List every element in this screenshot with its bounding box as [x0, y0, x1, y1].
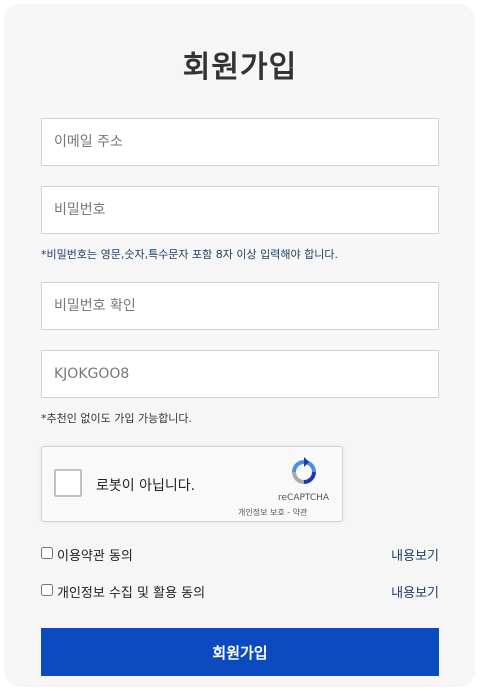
recaptcha-links[interactable]: 개인정보 보호 - 약관: [238, 507, 307, 518]
recaptcha-brand: reCAPTCHA: [278, 493, 330, 503]
password-input[interactable]: [41, 186, 439, 234]
referral-code-input[interactable]: [41, 350, 439, 398]
recaptcha-label: 로봇이 아닙니다.: [96, 478, 196, 494]
signup-button[interactable]: 회원가입: [41, 628, 439, 676]
recaptcha-logo-icon: [292, 457, 316, 484]
terms-checkbox[interactable]: [41, 547, 53, 559]
privacy-label: 개인정보 수집 및 활용 동의: [57, 586, 206, 601]
page-title: 회원가입: [182, 50, 298, 85]
password-confirm-input[interactable]: [41, 282, 439, 330]
privacy-view-link[interactable]: 내용보기: [391, 582, 439, 601]
password-hint: *비밀번호는 영문,숫자,특수문자 포함 8자 이상 입력해야 합니다.: [41, 248, 338, 261]
recaptcha-widget: 로봇이 아닙니다. reCAPTCHA 개인정보 보호 - 약관: [41, 446, 343, 522]
email-input[interactable]: [41, 118, 439, 166]
terms-agreement-row: 이용약관 동의 내용보기: [41, 544, 439, 564]
terms-label: 이용약관 동의: [57, 549, 133, 564]
referral-hint: *추천인 없이도 가입 가능합니다.: [41, 412, 193, 425]
privacy-agreement-row: 개인정보 수집 및 활용 동의 내용보기: [41, 581, 439, 601]
privacy-checkbox[interactable]: [41, 584, 53, 596]
recaptcha-checkbox[interactable]: [54, 469, 82, 497]
terms-view-link[interactable]: 내용보기: [391, 545, 439, 564]
